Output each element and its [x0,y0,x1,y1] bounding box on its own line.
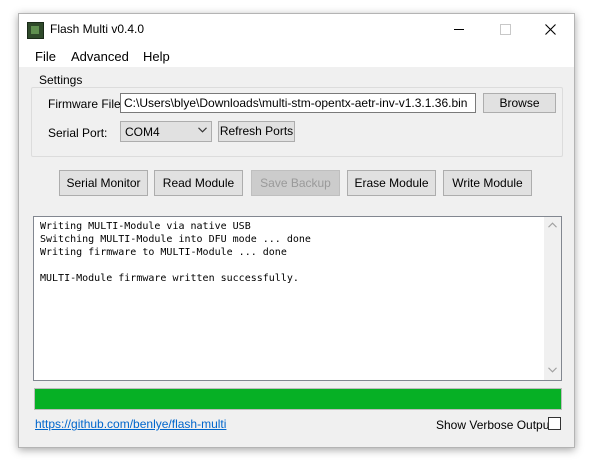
read-module-button[interactable]: Read Module [154,170,243,196]
output-log[interactable]: Writing MULTI-Module via native USB Switc… [33,216,562,381]
log-line: Writing firmware to MULTI-Module ... don… [40,247,287,258]
serial-monitor-button[interactable]: Serial Monitor [59,170,148,196]
write-module-button[interactable]: Write Module [443,170,532,196]
minimize-button[interactable] [436,14,482,45]
window-title: Flash Multi v0.4.0 [50,22,145,36]
firmware-file-input[interactable]: C:\Users\blye\Downloads\multi-stm-opentx… [120,93,476,113]
scroll-down-icon[interactable] [548,367,557,373]
browse-button[interactable]: Browse [483,93,556,113]
progress-bar [34,388,562,410]
menu-bar: File Advanced Help [19,45,574,67]
flash-multi-window: Flash Multi v0.4.0 File Advanced Help Se… [18,13,575,448]
save-backup-button[interactable]: Save Backup [251,170,340,196]
maximize-icon [500,24,511,35]
progress-fill [35,389,561,409]
refresh-ports-button[interactable]: Refresh Ports [218,121,295,142]
menu-file[interactable]: File [35,49,56,64]
close-icon [545,24,556,35]
verbose-output-label: Show Verbose Output [436,418,553,432]
verbose-output-checkbox[interactable] [548,417,561,430]
serial-port-value: COM4 [125,125,160,139]
output-log-text: Writing MULTI-Module via native USB Switc… [40,220,311,285]
close-button[interactable] [528,14,574,45]
app-icon [27,22,44,39]
settings-group-label: Settings [36,73,86,87]
menu-help[interactable]: Help [143,49,170,64]
chevron-down-icon [198,127,207,133]
scroll-up-icon[interactable] [548,222,557,228]
firmware-file-label: Firmware File: [48,97,125,111]
minimize-icon [454,29,464,30]
log-line: Writing MULTI-Module via native USB [40,221,251,232]
maximize-button[interactable] [482,14,528,45]
serial-port-label: Serial Port: [48,126,108,140]
log-line: MULTI-Module firmware written successful… [40,273,299,284]
log-line: Switching MULTI-Module into DFU mode ...… [40,234,311,245]
github-link[interactable]: https://github.com/benlye/flash-multi [35,417,226,431]
erase-module-button[interactable]: Erase Module [347,170,436,196]
menu-advanced[interactable]: Advanced [71,49,129,64]
serial-port-select[interactable]: COM4 [120,121,212,142]
log-scrollbar[interactable] [544,217,561,380]
title-bar[interactable]: Flash Multi v0.4.0 [19,14,574,45]
